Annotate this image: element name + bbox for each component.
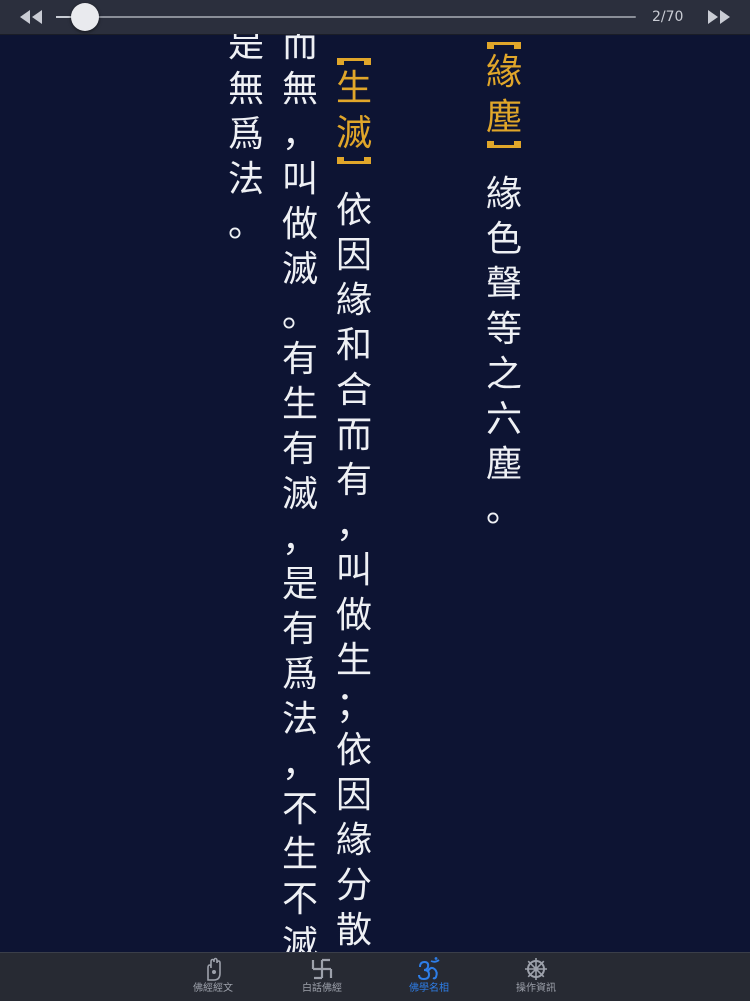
text-character: 散 [335, 910, 372, 951]
previous-page-button[interactable] [18, 6, 44, 28]
text-character: 緣 [335, 820, 372, 861]
text-character: 無 [227, 69, 264, 110]
bottom-tab-bar: 佛經經文 白話佛經 佛學名相 操作資訊 [0, 952, 750, 1001]
text-character: 塵 [485, 97, 522, 138]
text-character: ， [281, 519, 318, 560]
text-character: 滅 [281, 474, 318, 515]
text-character: 滅 [335, 113, 372, 154]
tab-scripture-text[interactable]: 佛經經文 [168, 956, 258, 1000]
tab-buddhist-terms[interactable]: 佛學名相 [384, 956, 474, 1000]
text-character: 做 [281, 204, 318, 245]
bracket-top-icon [337, 58, 371, 65]
text-character: ； [335, 685, 372, 726]
text-character: 生 [281, 384, 318, 425]
text-character: 叫 [335, 550, 372, 591]
text-character: 因 [335, 235, 372, 276]
text-character: 因 [335, 775, 372, 816]
text-character: 等 [485, 309, 522, 350]
text-character: 是 [227, 34, 264, 65]
text-character: 不 [281, 789, 318, 830]
tab-label: 白話佛經 [302, 983, 342, 994]
term-definition-continued: 是無爲法。 [222, 34, 270, 247]
text-column: 緣塵 緣色聲等之六塵。 [480, 40, 528, 532]
text-character: 爲 [281, 654, 318, 695]
text-character: 法 [227, 159, 264, 200]
next-page-button[interactable] [706, 6, 732, 28]
text-character: 緣 [335, 280, 372, 321]
text-character: 分 [335, 865, 372, 906]
text-character: 而 [281, 34, 318, 65]
tab-label: 佛經經文 [193, 983, 233, 994]
term-definition-continued: 而無，叫做滅。有生有滅，是有爲法，不生不滅， [276, 34, 324, 952]
text-character: 。 [227, 204, 264, 245]
term-heading: 緣塵 [480, 50, 528, 140]
text-character: 依 [335, 730, 372, 771]
text-character: 滅 [281, 249, 318, 290]
bracket-bottom-icon [487, 141, 521, 148]
reading-area: 緣塵 緣色聲等之六塵。 生滅 依因緣和合而有，叫做生；依因緣分散 而無，叫做滅。… [0, 34, 750, 952]
text-character: 聲 [485, 264, 522, 305]
page-indicator: 2/70 [652, 9, 684, 25]
rewind-icon [20, 10, 42, 24]
bracket-bottom-icon [337, 157, 371, 164]
text-character: ， [281, 744, 318, 785]
text-character: 爲 [227, 114, 264, 155]
text-character: 六 [485, 399, 522, 440]
dharma-wheel-icon [525, 958, 547, 980]
text-character: 依 [335, 190, 372, 231]
text-character: 生 [335, 640, 372, 681]
text-character: 法 [281, 699, 318, 740]
text-character: 叫 [281, 159, 318, 200]
text-character: 。 [281, 294, 318, 335]
text-character: 緣 [485, 174, 522, 215]
text-character: 合 [335, 370, 372, 411]
tab-label: 佛學名相 [409, 983, 449, 994]
text-character: 滅 [281, 924, 318, 952]
text-column: 是無爲法。 [222, 34, 270, 247]
text-character: ， [281, 114, 318, 155]
om-icon [418, 957, 440, 981]
top-navigation-bar: 2/70 [0, 0, 750, 35]
text-column: 而無，叫做滅。有生有滅，是有爲法，不生不滅， [276, 34, 324, 952]
page-slider-thumb[interactable] [71, 3, 99, 31]
text-character: 生 [335, 68, 372, 109]
text-column: 生滅 依因緣和合而有，叫做生；依因緣分散 [330, 56, 378, 952]
term-definition: 依因緣和合而有，叫做生；依因緣分散 [330, 188, 378, 952]
text-character: 塵 [485, 444, 522, 485]
text-character: 有 [281, 339, 318, 380]
term-heading: 生滅 [330, 66, 378, 156]
text-character: ， [335, 505, 372, 546]
text-character: 色 [485, 219, 522, 260]
bracket-top-icon [487, 42, 521, 49]
text-character: 有 [281, 609, 318, 650]
tab-label: 操作資訊 [516, 983, 556, 994]
tab-vernacular-sutra[interactable]: 白話佛經 [277, 956, 367, 1000]
text-character: 無 [281, 69, 318, 110]
text-character: 做 [335, 595, 372, 636]
hand-icon [207, 957, 221, 981]
text-character: 而 [335, 415, 372, 456]
page-slider[interactable] [56, 3, 636, 31]
text-character: 緣 [485, 52, 522, 93]
tab-operation-info[interactable]: 操作資訊 [491, 956, 581, 1000]
text-character: 有 [281, 429, 318, 470]
text-character: 和 [335, 325, 372, 366]
fast-forward-icon [708, 10, 730, 24]
text-character: 之 [485, 354, 522, 395]
text-character: 生 [281, 834, 318, 875]
swastika-icon [311, 958, 333, 980]
text-character: 不 [281, 879, 318, 920]
term-definition: 緣色聲等之六塵。 [480, 172, 528, 532]
text-character: 有 [335, 460, 372, 501]
text-character: 。 [485, 489, 522, 530]
text-character: 是 [281, 564, 318, 605]
